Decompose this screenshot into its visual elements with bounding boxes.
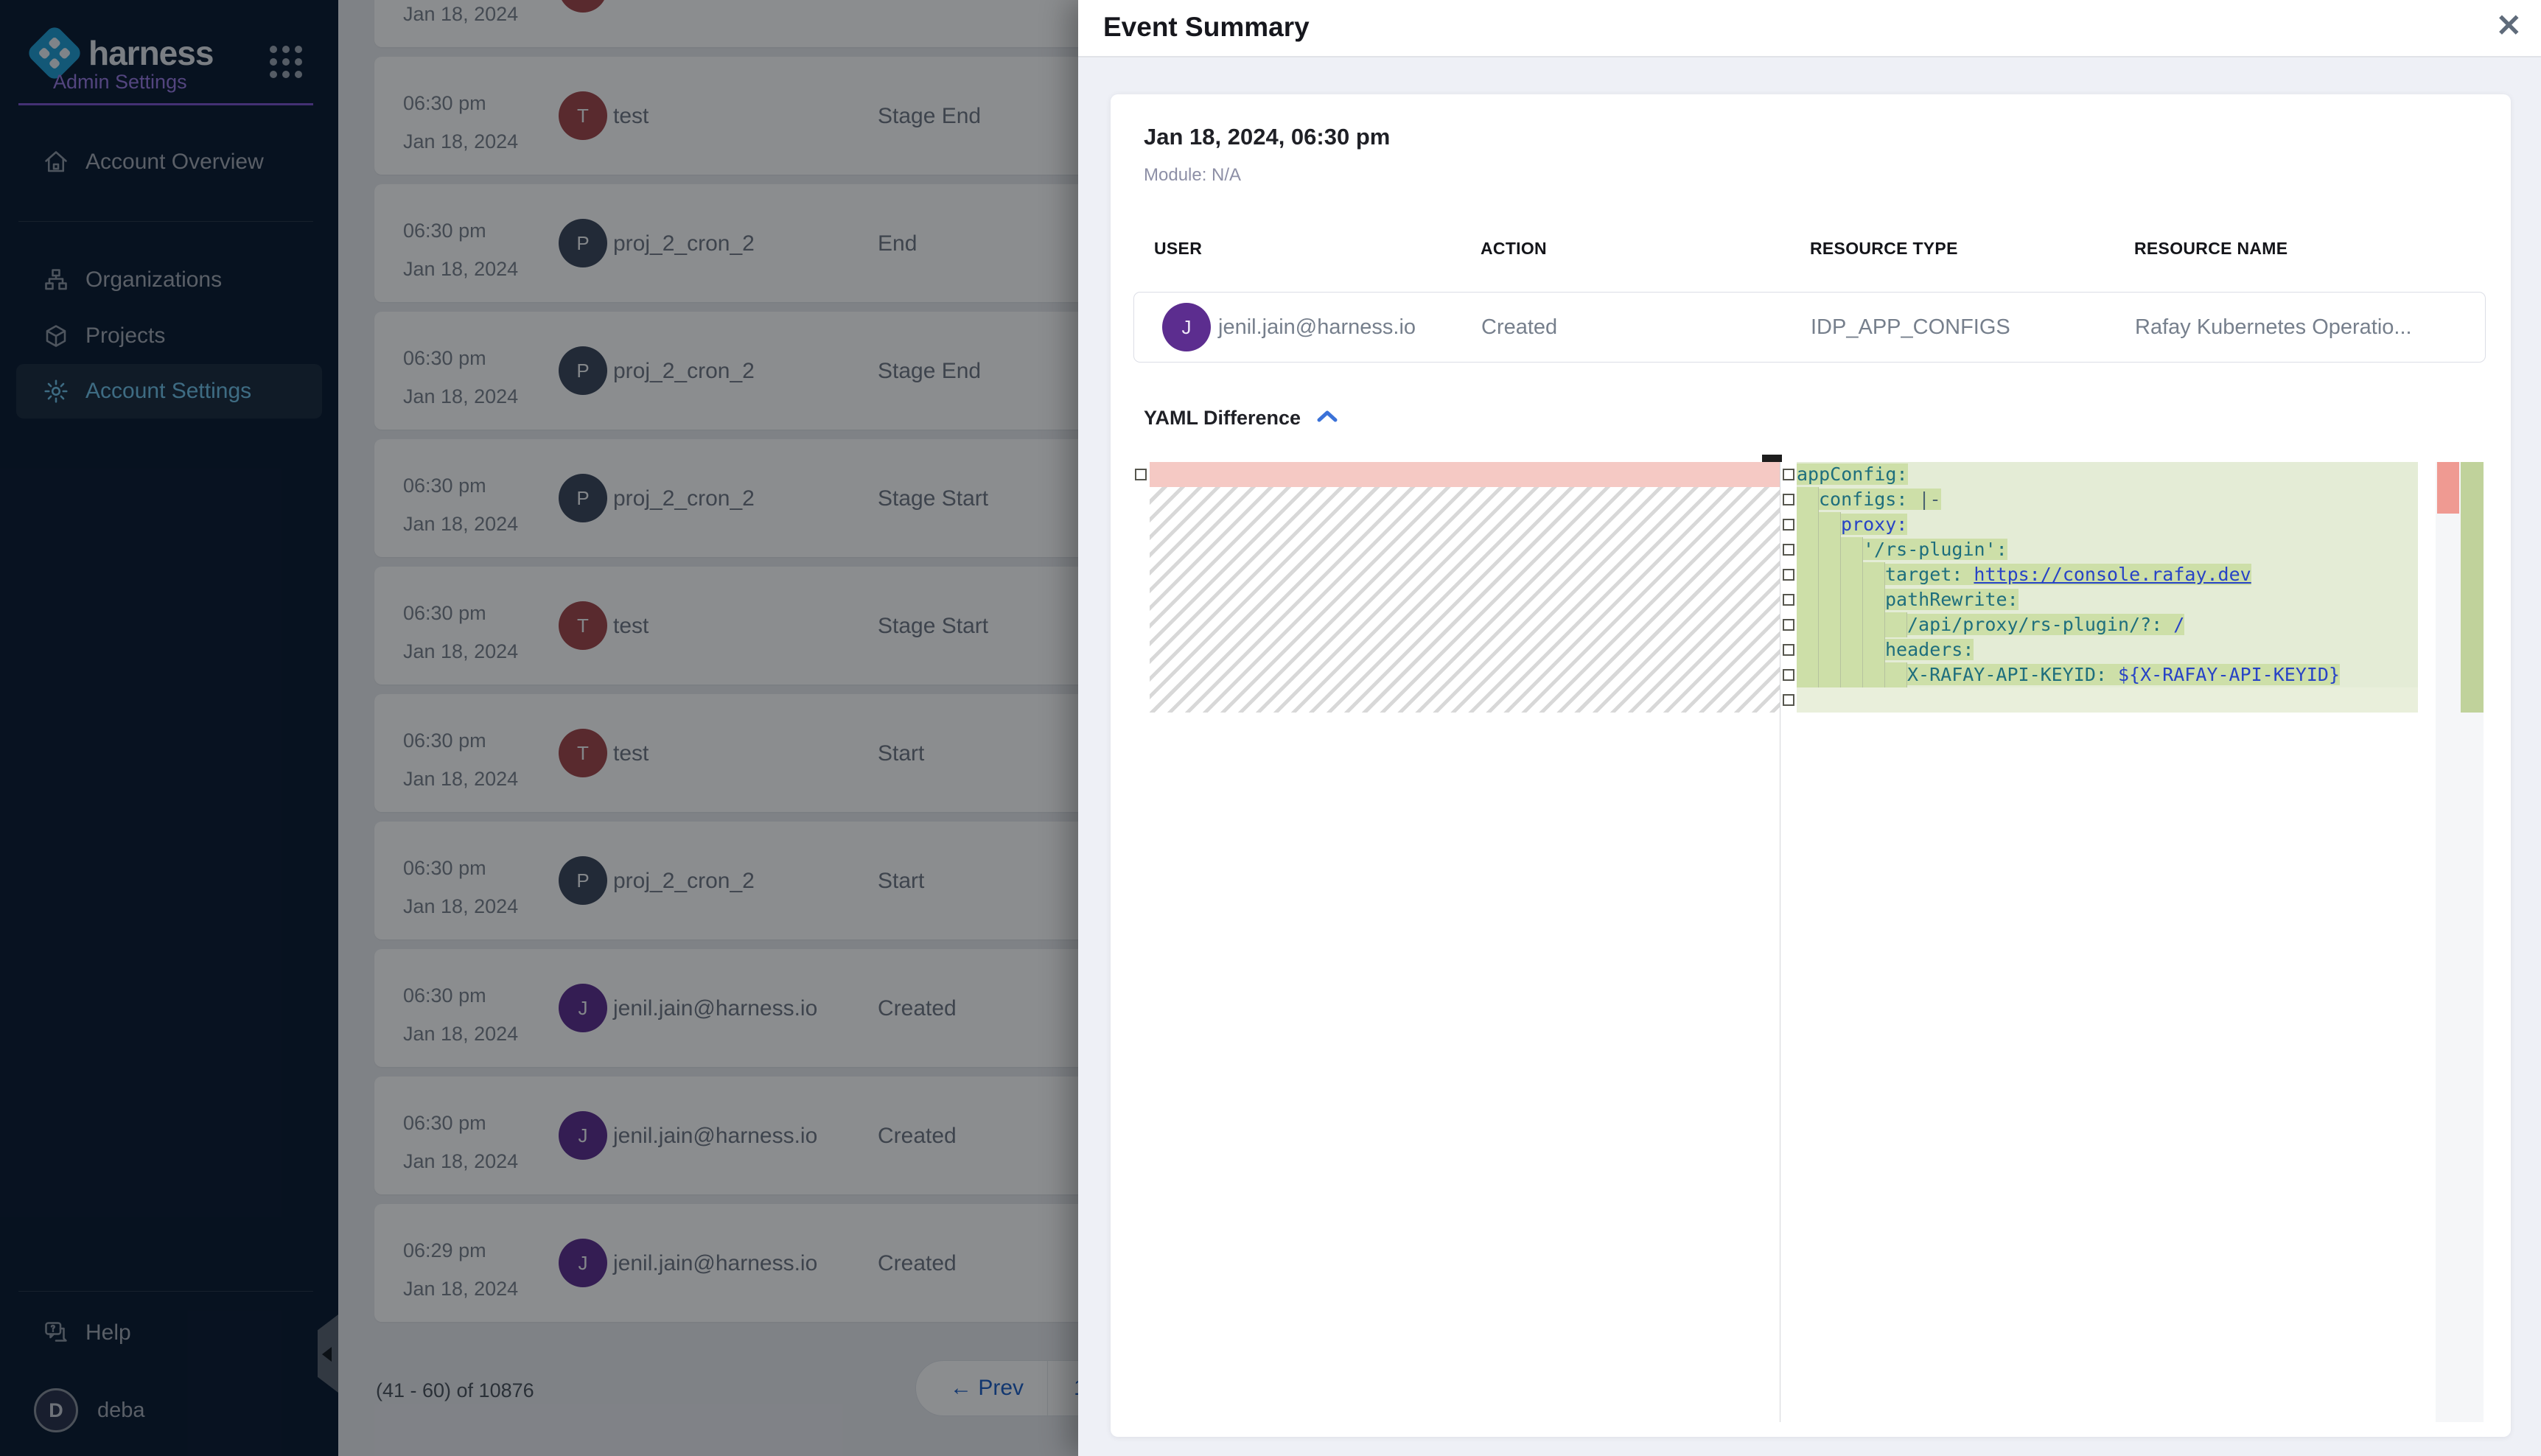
column-header-resource-type: RESOURCE TYPE xyxy=(1810,239,1958,259)
modal-backdrop[interactable] xyxy=(0,0,1078,1456)
yaml-diff-view: appConfig:configs: |-proxy:'/rs-plugin':… xyxy=(1133,462,2497,1422)
drawer-header: Event Summary ✕ xyxy=(1078,0,2541,57)
column-header-user: USER xyxy=(1154,239,1202,259)
fold-marker-icon[interactable] xyxy=(1783,519,1794,531)
yaml-difference-toggle[interactable]: YAML Difference xyxy=(1144,407,1338,430)
event-module: Module: N/A xyxy=(1144,165,1241,186)
event-timestamp: Jan 18, 2024, 06:30 pm xyxy=(1144,124,1390,150)
yaml-difference-label: YAML Difference xyxy=(1144,407,1301,430)
fold-marker-icon[interactable] xyxy=(1783,494,1794,505)
fold-marker-icon[interactable] xyxy=(1783,544,1794,556)
diff-right-gutter xyxy=(1780,462,1797,713)
fold-marker-icon[interactable] xyxy=(1783,569,1794,581)
cell-action: Created xyxy=(1481,315,1557,340)
diff-right-pane: appConfig:configs: |-proxy:'/rs-plugin':… xyxy=(1780,462,2419,1422)
yaml-code-line: X-RAFAY-API-KEYID: ${X-RAFAY-API-KEYID} xyxy=(1797,662,2418,687)
yaml-code-line: headers: xyxy=(1797,637,2418,662)
diff-empty-hatch xyxy=(1150,487,1780,713)
table-row: J jenil.jain@harness.io Created IDP_APP_… xyxy=(1133,292,2486,363)
yaml-code-line: pathRewrite: xyxy=(1797,587,2418,612)
scroll-map-removed-marker xyxy=(2437,462,2459,514)
diff-scroll-map[interactable] xyxy=(2436,462,2484,1422)
yaml-code-empty-line xyxy=(1797,687,2418,713)
fold-marker-icon[interactable] xyxy=(1783,469,1794,480)
fold-marker-icon[interactable] xyxy=(1783,669,1794,681)
event-summary-card: Jan 18, 2024, 06:30 pm Module: N/A USER … xyxy=(1111,94,2511,1437)
diff-top-tick xyxy=(1762,455,1782,462)
cell-resource-name: Rafay Kubernetes Operatio... xyxy=(2135,315,2412,340)
drawer-title: Event Summary xyxy=(1103,12,1310,43)
column-header-action: ACTION xyxy=(1481,239,1547,259)
yaml-code-line: appConfig: xyxy=(1797,462,2418,487)
fold-marker-icon[interactable] xyxy=(1783,644,1794,656)
close-icon[interactable]: ✕ xyxy=(2496,7,2522,44)
yaml-code-line: target: https://console.rafay.dev xyxy=(1797,562,2418,587)
fold-marker-icon[interactable] xyxy=(1783,594,1794,606)
yaml-code-line: configs: |- xyxy=(1797,487,2418,512)
yaml-code-line: /api/proxy/rs-plugin/?: / xyxy=(1797,612,2418,637)
drawer-body: Jan 18, 2024, 06:30 pm Module: N/A USER … xyxy=(1078,57,2541,1456)
cell-resource-type: IDP_APP_CONFIGS xyxy=(1811,315,2010,340)
cell-user: jenil.jain@harness.io xyxy=(1218,315,1416,340)
fold-marker-icon[interactable] xyxy=(1135,469,1147,480)
chevron-up-icon xyxy=(1317,410,1338,427)
event-summary-drawer: Event Summary ✕ Jan 18, 2024, 06:30 pm M… xyxy=(1078,0,2541,1456)
diff-left-pane xyxy=(1133,462,1780,1422)
user-avatar: J xyxy=(1162,303,1211,351)
yaml-code-line: '/rs-plugin': xyxy=(1797,537,2418,562)
column-header-resource-name: RESOURCE NAME xyxy=(2134,239,2287,259)
yaml-code-line: proxy: xyxy=(1797,512,2418,537)
scroll-map-added-marker xyxy=(2461,462,2484,713)
fold-marker-icon[interactable] xyxy=(1783,694,1794,706)
diff-removed-line xyxy=(1150,462,1780,487)
fold-marker-icon[interactable] xyxy=(1783,619,1794,631)
yaml-code: appConfig:configs: |-proxy:'/rs-plugin':… xyxy=(1797,462,2418,713)
